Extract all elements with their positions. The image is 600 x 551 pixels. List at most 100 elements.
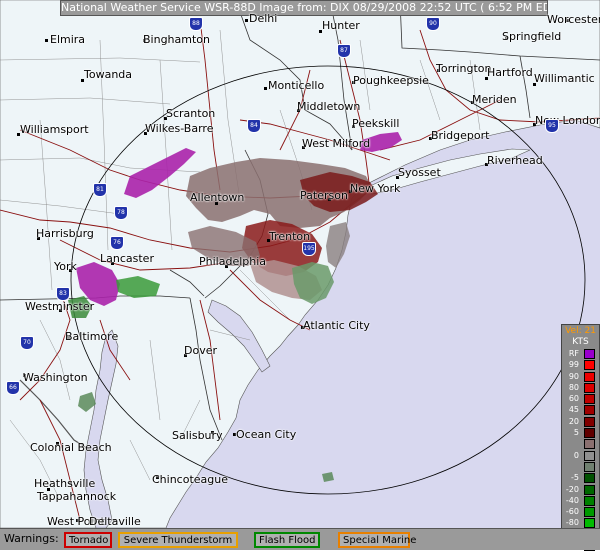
city-label: Syosset (398, 166, 441, 179)
legend-unit: KTS (572, 337, 589, 347)
velocity-legend: Vel: 21 KTS RF 99 90 80 60 45 20 5 0 -5 -20 -40 -60-… (561, 324, 600, 551)
city-label: Hunter (322, 19, 360, 32)
city-label: Paterson (300, 189, 348, 202)
interstate-shield-icon: 66 (6, 381, 20, 395)
city-label: Westminster (25, 300, 95, 313)
legend-row: -20 (562, 484, 599, 495)
legend-value: 5 (573, 428, 579, 438)
legend-value: 20 (568, 416, 579, 426)
city-label: Allentown (190, 191, 245, 204)
warning-severe-thunderstorm-button[interactable]: Severe Thunderstorm (118, 532, 238, 548)
interstate-shield-icon: 88 (189, 17, 203, 31)
legend-value: 99 (568, 360, 579, 370)
legend-row: 80 (562, 382, 599, 393)
city-label: Washington (23, 371, 88, 384)
city-label: Towanda (84, 68, 133, 81)
city-label: Tappahannock (37, 490, 117, 503)
city-label: Delhi (249, 12, 278, 25)
legend-row (562, 438, 599, 450)
city-label: Colonial Beach (30, 441, 112, 454)
legend-row: -40 (562, 495, 599, 506)
legend-row: -5 (562, 472, 599, 484)
legend-swatch (584, 518, 595, 529)
city-label: West Milford (302, 137, 371, 150)
interstate-shield-icon: 76 (110, 236, 124, 250)
warnings-bar: Warnings: Tornado Severe Thunderstorm Flas… (0, 528, 600, 550)
city-label: Bridgeport (431, 129, 490, 142)
legend-value: 0 (573, 450, 579, 460)
city-label: Wilkes-Barre (145, 122, 214, 135)
city-label: New York (350, 182, 401, 195)
warnings-label: Warnings: (4, 532, 59, 545)
warning-flash-flood-button[interactable]: Flash Flood (254, 532, 320, 548)
interstate-shield-icon: 78 (114, 206, 128, 220)
interstate-shield-icon: 70 (20, 336, 34, 350)
city-dot (245, 19, 248, 22)
legend-value: RF (568, 349, 579, 358)
city-label: Heathsville (34, 477, 96, 490)
legend-value: -5 (571, 473, 579, 483)
city-label: Ocean City (236, 428, 297, 441)
legend-row: 20 (562, 416, 599, 427)
legend-swatch (584, 428, 595, 439)
legend-value: 90 (568, 371, 579, 381)
legend-swatch (584, 473, 595, 484)
legend-row (562, 461, 599, 472)
interstate-shield-icon: 90 (426, 17, 440, 31)
legend-swatch (584, 394, 595, 405)
city-label: Meriden (472, 93, 517, 106)
legend-row: -60 (562, 506, 599, 518)
city-label: Binghamton (143, 33, 210, 46)
radar-title-bar: National Weather Service WSR-88D Image f… (60, 0, 548, 16)
legend-value: 60 (568, 394, 579, 404)
city-label: Deltaville (89, 515, 141, 528)
warning-special-marine-button[interactable]: Special Marine (338, 532, 416, 548)
interstate-shield-icon: 87 (337, 44, 351, 58)
city-label: Elmira (50, 33, 86, 46)
legend-swatch (584, 382, 595, 393)
city-label: Willimantic (534, 72, 595, 85)
city-label: York (54, 260, 77, 273)
legend-row: 60 (562, 393, 599, 405)
legend-row: 5 (562, 427, 599, 439)
interstate-shield-icon: 84 (247, 119, 261, 133)
interstate-shield-icon: 95 (545, 119, 559, 133)
legend-swatch (584, 484, 595, 495)
city-label: Dover (184, 344, 217, 357)
legend-swatch (584, 495, 595, 506)
legend-swatch (584, 416, 595, 427)
legend-swatch (584, 450, 595, 461)
city-label: Philadelphia (199, 255, 267, 268)
legend-rows: RF99908060452050-5-20-40-60-80-99ND (562, 348, 599, 551)
city-label: Worcester (547, 13, 600, 26)
legend-swatch (584, 349, 595, 359)
legend-value: 80 (568, 382, 579, 392)
legend-value: 45 (568, 405, 579, 415)
city-label: Poughkeepsie (353, 74, 429, 87)
radar-map: National Weather Service WSR-88D Image f… (0, 0, 600, 528)
city-label: Monticello (268, 79, 325, 92)
city-label: Harrisburg (36, 227, 94, 240)
legend-swatch (584, 439, 595, 450)
legend-row: RF (562, 348, 599, 359)
legend-swatch (584, 507, 595, 518)
legend-swatch (584, 405, 595, 416)
city-label: Baltimore (65, 330, 119, 343)
warning-tornado-button[interactable]: Tornado (64, 532, 112, 548)
city-label: Peekskill (352, 117, 400, 130)
city-label: Riverhead (487, 154, 543, 167)
city-label: Williamsport (20, 123, 89, 136)
city-label: Lancaster (100, 252, 154, 265)
legend-row: 0 (562, 450, 599, 461)
legend-value: -60 (565, 507, 579, 517)
city-label: Springfield (502, 30, 562, 43)
legend-swatch (584, 360, 595, 371)
legend-value: -80 (565, 518, 579, 528)
interstate-shield-icon: 83 (56, 287, 70, 301)
legend-title: Vel: 21 (565, 326, 596, 336)
city-label: Atlantic City (303, 319, 370, 332)
city-label: Chincoteague (152, 473, 229, 486)
city-label: Hartford (487, 66, 533, 79)
city-label: Middletown (297, 100, 361, 113)
legend-swatch (584, 371, 595, 382)
